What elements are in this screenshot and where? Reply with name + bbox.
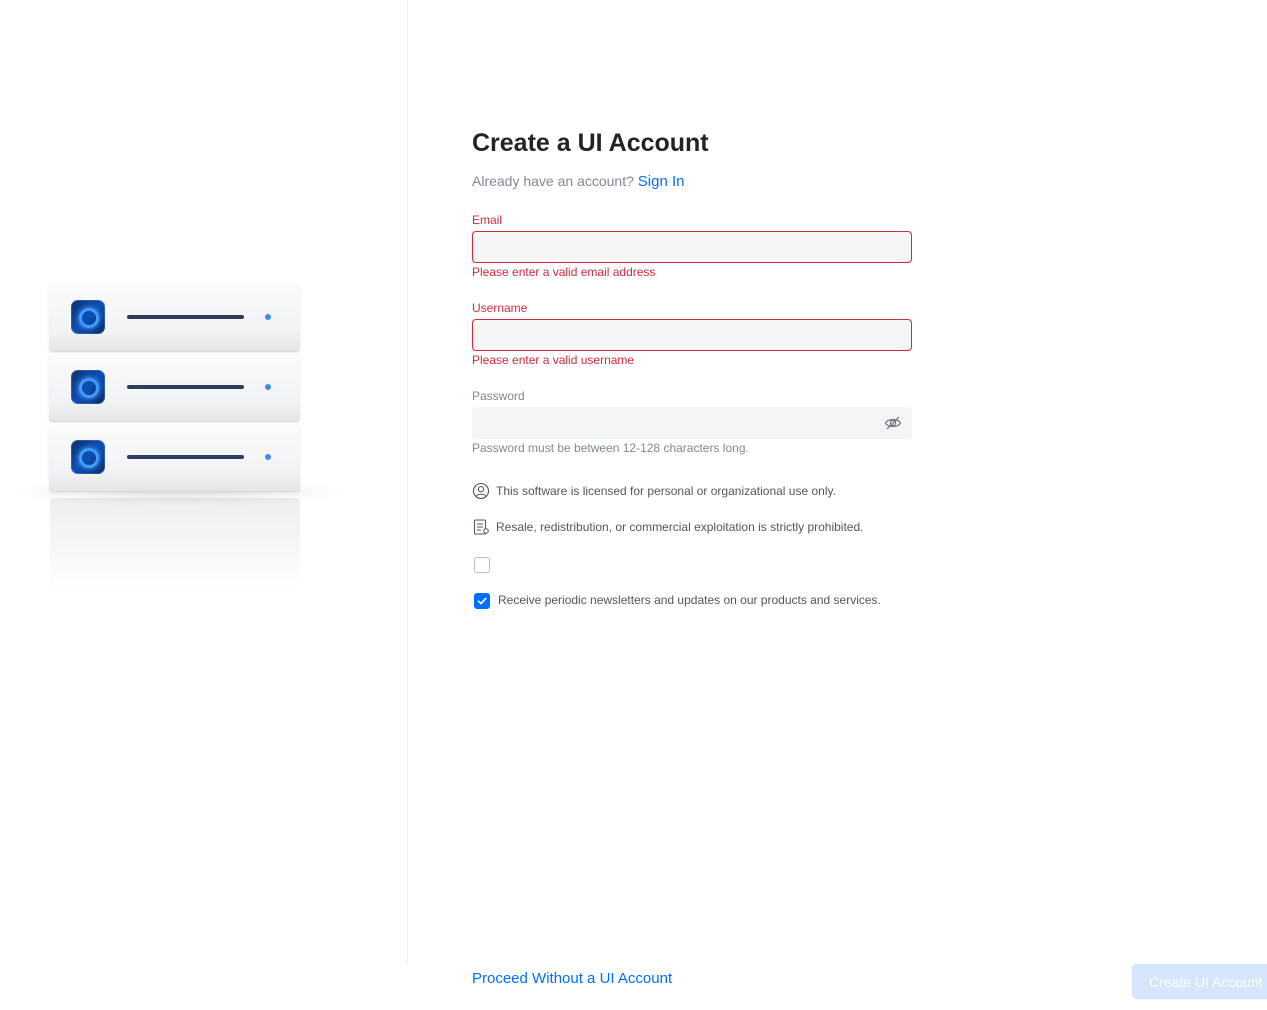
sign-in-prompt: Already have an account? Sign In — [472, 173, 684, 190]
device-logo-icon — [71, 370, 105, 404]
username-field[interactable] — [472, 319, 912, 351]
status-led — [265, 454, 271, 460]
server-bar — [127, 385, 244, 389]
status-led — [265, 384, 271, 390]
document-list-icon — [472, 518, 490, 536]
device-logo-icon — [71, 440, 105, 474]
server-unit — [49, 283, 300, 351]
page-title: Create a UI Account — [472, 129, 709, 157]
illustration-panel — [0, 0, 408, 965]
server-bar — [127, 315, 244, 319]
server-bar — [127, 455, 244, 459]
username-error-message: Please enter a valid username — [472, 353, 635, 367]
create-account-page: Create a UI Account Already have an acco… — [0, 0, 1267, 1010]
proceed-without-account-link[interactable]: Proceed Without a UI Account — [472, 970, 672, 987]
sign-in-link[interactable]: Sign In — [638, 173, 685, 190]
create-account-button[interactable]: Create UI Account — [1132, 964, 1267, 999]
server-unit — [49, 423, 300, 491]
server-reflection — [50, 498, 300, 593]
newsletter-checkbox[interactable] — [474, 593, 490, 609]
terms-checkbox[interactable] — [474, 557, 490, 573]
server-stack-illustration — [0, 270, 360, 600]
license-notice-text: This software is licensed for personal o… — [496, 484, 836, 498]
license-notice: This software is licensed for personal o… — [472, 482, 836, 500]
server-unit — [49, 353, 300, 421]
newsletter-label[interactable]: Receive periodic newsletters and updates… — [498, 593, 881, 607]
already-have-account-text: Already have an account? — [472, 173, 634, 189]
email-label: Email — [472, 213, 503, 227]
eye-off-icon[interactable] — [884, 414, 902, 432]
device-logo-icon — [71, 300, 105, 334]
username-label: Username — [472, 301, 528, 315]
email-field[interactable] — [472, 231, 912, 263]
user-circle-icon — [472, 482, 490, 500]
checkmark-icon — [477, 597, 487, 605]
email-error-message: Please enter a valid email address — [472, 265, 656, 279]
status-led — [265, 314, 271, 320]
password-label: Password — [472, 389, 525, 403]
resale-notice-text: Resale, redistribution, or commercial ex… — [496, 520, 864, 534]
password-field[interactable] — [472, 407, 912, 439]
password-helper-text: Password must be between 12-128 characte… — [472, 441, 749, 455]
resale-notice: Resale, redistribution, or commercial ex… — [472, 518, 863, 536]
